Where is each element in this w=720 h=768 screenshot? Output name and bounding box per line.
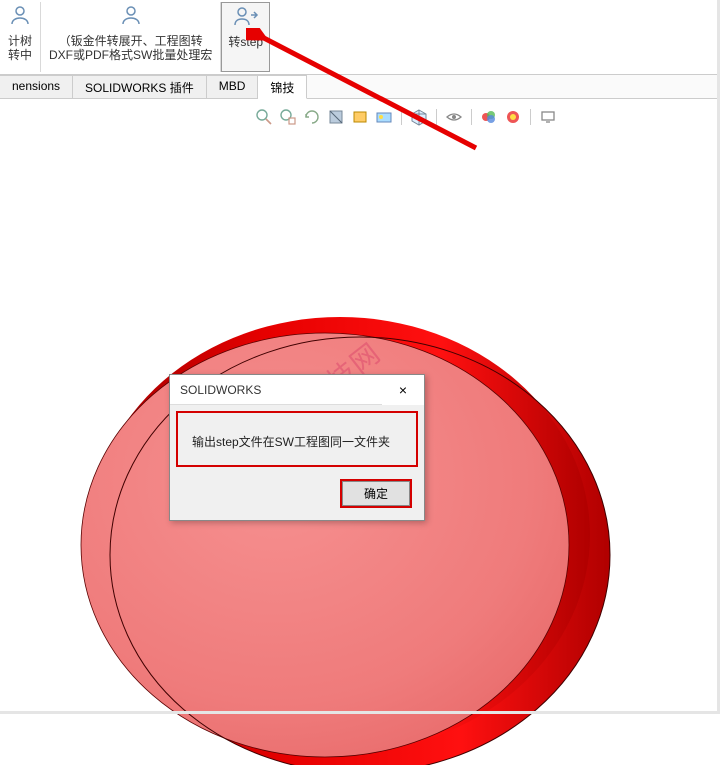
section-icon[interactable] (327, 108, 345, 126)
appearance-icon[interactable] (480, 108, 498, 126)
separator (530, 109, 531, 125)
dialog-title: SOLIDWORKS (180, 383, 382, 397)
dialog-titlebar[interactable]: SOLIDWORKS × (170, 375, 424, 405)
ribbon-group-tree[interactable]: 计树 转中 (0, 2, 41, 72)
separator (401, 109, 402, 125)
tab-jinji[interactable]: 锦技 (258, 75, 307, 99)
scene-icon[interactable] (375, 108, 393, 126)
monitor-icon[interactable] (539, 108, 557, 126)
ribbon-label-tree: 计树 转中 (8, 34, 32, 62)
tab-dimensions[interactable]: nensions (0, 75, 73, 98)
message-dialog: SOLIDWORKS × 输出step文件在SW工程图同一文件夹 确定 (169, 374, 425, 521)
separator (471, 109, 472, 125)
tab-solidworks-addins[interactable]: SOLIDWORKS 插件 (73, 75, 207, 98)
dialog-actions: 确定 (170, 473, 424, 520)
ribbon-group-step[interactable]: 转step (221, 2, 270, 72)
ribbon-label-step: 转step (228, 35, 263, 49)
ok-button[interactable]: 确定 (340, 479, 412, 508)
view-toolbar (255, 108, 557, 126)
display-style-icon[interactable] (351, 108, 369, 126)
ribbon-label-batch: （钣金件转展开、工程图转 DXF或PDF格式SW批量处理宏 (49, 34, 212, 62)
model-view[interactable] (40, 285, 640, 765)
dialog-body: 输出step文件在SW工程图同一文件夹 (176, 411, 418, 467)
ribbon: 计树 转中 （钣金件转展开、工程图转 DXF或PDF格式SW批量处理宏 转ste… (0, 0, 720, 75)
separator (436, 109, 437, 125)
eye-icon[interactable] (445, 108, 463, 126)
tab-mbd[interactable]: MBD (207, 75, 259, 98)
dialog-message: 输出step文件在SW工程图同一文件夹 (192, 433, 390, 450)
user-icon (120, 4, 142, 32)
zoom-icon[interactable] (255, 108, 273, 126)
ribbon-group-batch[interactable]: （钣金件转展开、工程图转 DXF或PDF格式SW批量处理宏 (41, 2, 221, 72)
user-icon (9, 4, 31, 32)
tab-strip: nensions SOLIDWORKS 插件 MBD 锦技 (0, 75, 720, 99)
rotate-icon[interactable] (303, 108, 321, 126)
user-arrow-icon (233, 5, 259, 33)
decal-icon[interactable] (504, 108, 522, 126)
zoom-area-icon[interactable] (279, 108, 297, 126)
close-icon[interactable]: × (382, 375, 424, 405)
box-icon[interactable] (410, 108, 428, 126)
